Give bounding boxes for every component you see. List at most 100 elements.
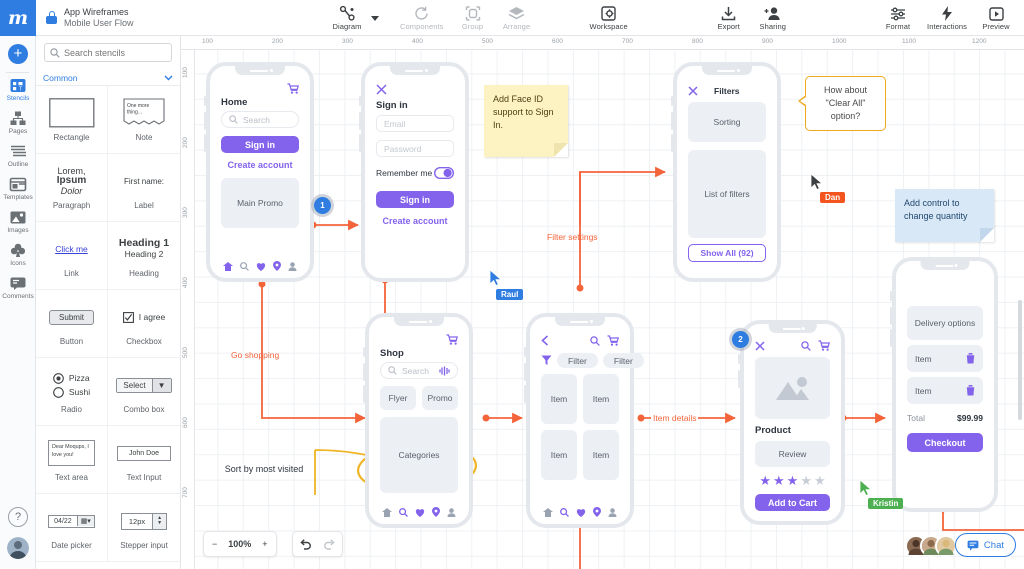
shop-tabbar[interactable] [380, 507, 458, 517]
canvas[interactable]: Home Search Sign in Create account Main … [195, 50, 1024, 569]
tool-format[interactable]: Format [876, 0, 920, 36]
tool-group[interactable]: Group [451, 0, 495, 36]
listing-back[interactable] [541, 335, 549, 346]
listing-tabbar[interactable] [541, 507, 619, 517]
signin-password-field[interactable]: Password [376, 140, 454, 157]
rail-item-templates[interactable]: Templates [0, 172, 36, 205]
stencil-stepper[interactable]: 12px ▲▼ Stepper input [108, 494, 180, 562]
home-tabbar[interactable] [221, 261, 299, 271]
stencil-category-header[interactable]: Common [36, 70, 180, 86]
home-main-promo[interactable]: Main Promo [221, 178, 299, 228]
home-create-account-link[interactable]: Create account [221, 160, 299, 170]
product-star-rating[interactable]: ★ ★ ★ ★ ★ [755, 474, 830, 487]
screen-listing[interactable]: Filter Filter Item Item Item Item [526, 313, 634, 528]
home-signin-button[interactable]: Sign in [221, 136, 299, 153]
avatar[interactable] [935, 535, 957, 557]
add-button[interactable]: + [0, 36, 36, 72]
step-badge-1[interactable]: 1 [314, 197, 331, 214]
shop-chip-promo[interactable]: Promo [422, 386, 458, 410]
shop-search[interactable]: Search [380, 362, 458, 379]
undo-button[interactable] [299, 538, 312, 551]
product-review-box[interactable]: Review [755, 441, 830, 467]
stencil-paragraph[interactable]: Lorem,IpsumDolor Paragraph [36, 154, 108, 222]
stencil-rectangle[interactable]: Rectangle [36, 86, 108, 154]
product-image-box[interactable] [755, 357, 830, 419]
comment-callout-clear-all[interactable]: How about "Clear All" option? [805, 76, 886, 131]
shop-chip-flyer[interactable]: Flyer [380, 386, 416, 410]
listing-item[interactable]: Item [583, 374, 619, 424]
search-stencils-box[interactable] [44, 43, 172, 62]
home-cart[interactable] [221, 83, 299, 94]
tool-export[interactable]: Export [707, 0, 751, 36]
listing-item[interactable]: Item [541, 430, 577, 480]
rail-item-comments[interactable]: Comments [0, 271, 36, 304]
stencil-label[interactable]: First name: Label [108, 154, 180, 222]
filters-show-all-button[interactable]: Show All (92) [688, 244, 766, 262]
stencil-radio[interactable]: Pizza Sushi Radio [36, 358, 108, 426]
signin-remember-row[interactable]: Remember me [376, 167, 454, 179]
signin-email-field[interactable]: Email [376, 115, 454, 132]
rail-item-images[interactable]: Images [0, 205, 36, 238]
filters-sorting-box[interactable]: Sorting [688, 102, 766, 142]
tool-workspace[interactable]: Workspace [583, 0, 635, 36]
shop-categories[interactable]: Categories [380, 417, 458, 493]
shop-cart[interactable] [380, 334, 458, 345]
rail-item-pages[interactable]: Pages [0, 106, 36, 139]
screen-home[interactable]: Home Search Sign in Create account Main … [206, 62, 314, 282]
app-logo[interactable]: m [0, 0, 36, 36]
cart-checkout-button[interactable]: Checkout [907, 433, 983, 452]
screen-signin[interactable]: Sign in Email Password Remember me Sign … [361, 62, 469, 282]
screen-cart[interactable]: Delivery options Item Item Total $99.99 … [892, 257, 998, 512]
remember-me-toggle[interactable] [434, 167, 454, 179]
collaborator-avatars[interactable] [912, 535, 957, 557]
rail-item-stencils[interactable]: T Stencils [0, 73, 36, 106]
tool-components[interactable]: Components [393, 0, 451, 36]
stencil-note[interactable]: One morething... Note [108, 86, 180, 154]
listing-chip-2[interactable]: Filter [603, 353, 644, 368]
tool-interactions[interactable]: Interactions [920, 0, 974, 36]
stencil-combobox[interactable]: Select ▼ Combo box [108, 358, 180, 426]
sticky-note-faceid[interactable]: Add Face ID support to Sign In. [484, 85, 568, 157]
tool-diagram[interactable]: Diagram [325, 0, 369, 36]
stencil-button[interactable]: Submit Button [36, 290, 108, 358]
trash-icon[interactable] [966, 385, 975, 396]
trash-icon[interactable] [966, 353, 975, 364]
screen-shop[interactable]: Shop Search Flyer Promo Categories [365, 313, 473, 528]
cart-row[interactable]: Item [907, 345, 983, 372]
vertical-scrollbar[interactable] [1018, 300, 1022, 420]
help-button[interactable]: ? [8, 507, 28, 527]
screen-filters[interactable]: Filters Sorting List of filters Show All… [673, 62, 781, 282]
rail-item-icons[interactable]: Icons [0, 238, 36, 271]
filters-list-box[interactable]: List of filters [688, 150, 766, 238]
stencil-heading[interactable]: Heading 1 Heading 2 Heading [108, 222, 180, 290]
listing-item[interactable]: Item [541, 374, 577, 424]
stencil-checkbox[interactable]: I agree Checkbox [108, 290, 180, 358]
listing-chip-1[interactable]: Filter [557, 353, 598, 368]
zoom-in-button[interactable]: + [262, 539, 267, 549]
stencil-datepicker[interactable]: 04/22 ▦▾ Date picker [36, 494, 108, 562]
signin-close[interactable] [376, 84, 454, 95]
stencil-textarea[interactable]: Dear Moqups, I love you! Text area [36, 426, 108, 494]
sticky-note-quantity[interactable]: Add control to change quantity [895, 189, 994, 242]
stencil-textinput[interactable]: John Doe Text Input [108, 426, 180, 494]
tool-preview[interactable]: Preview [974, 0, 1018, 36]
tool-sharing[interactable]: Sharing [751, 0, 795, 36]
home-search[interactable]: Search [221, 111, 299, 128]
signin-submit-button[interactable]: Sign in [376, 191, 454, 208]
chevron-down-icon[interactable] [371, 16, 379, 21]
step-badge-2[interactable]: 2 [732, 331, 749, 348]
chat-button[interactable]: Chat [955, 533, 1016, 557]
cart-delivery-options[interactable]: Delivery options [907, 306, 983, 340]
current-user-avatar[interactable] [7, 537, 29, 559]
rail-item-outline[interactable]: Outline [0, 139, 36, 172]
zoom-out-button[interactable]: − [212, 539, 217, 549]
filters-close[interactable] [688, 86, 698, 96]
signin-create-account-link[interactable]: Create account [376, 216, 454, 226]
tool-arrange[interactable]: Arrange [495, 0, 539, 36]
cart-row[interactable]: Item [907, 377, 983, 404]
product-close[interactable] [755, 341, 765, 351]
zoom-level-label[interactable]: 100% [228, 539, 251, 549]
redo-button[interactable] [323, 538, 336, 551]
search-input[interactable] [64, 48, 169, 58]
stencil-link[interactable]: Click me Link [36, 222, 108, 290]
